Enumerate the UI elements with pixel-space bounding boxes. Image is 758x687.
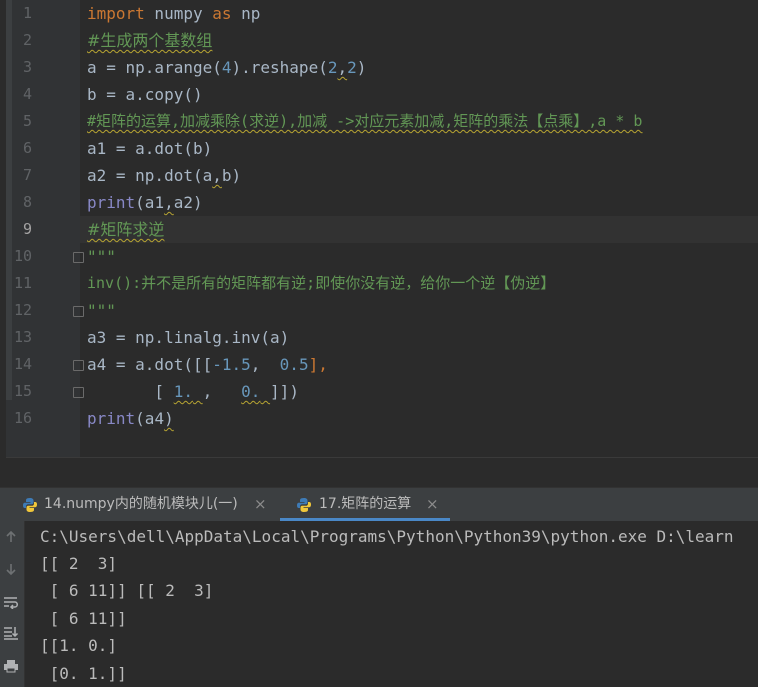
- line-number: 12: [13, 301, 32, 319]
- code-line[interactable]: print(a4): [87, 405, 174, 432]
- line-number: 8: [22, 193, 32, 211]
- code-text: ): [164, 409, 174, 428]
- code-text: b): [221, 166, 242, 185]
- tab-label: 14.numpy内的随机模块儿(一): [44, 496, 238, 512]
- line-number: 3: [22, 58, 32, 76]
- keyword: as: [212, 4, 232, 23]
- line-number: 1: [22, 4, 32, 22]
- number-literal: 4: [221, 58, 232, 77]
- line-number: 11: [13, 274, 32, 292]
- code-line[interactable]: a = np.arange(4).reshape(2,2): [87, 54, 366, 81]
- docstring-line[interactable]: """: [87, 243, 116, 270]
- code-editor[interactable]: 1 2 3 4 5 6 7 8 9 10 11 12 13 14 15 16 i…: [0, 0, 758, 457]
- code-text: ,: [250, 355, 280, 374]
- code-line[interactable]: a1 = a.dot(b): [87, 135, 212, 162]
- fold-toggle-icon[interactable]: [73, 387, 84, 398]
- line-number: 7: [22, 166, 32, 184]
- line-number: 10: [13, 247, 32, 265]
- code-comment[interactable]: #矩阵的运算,加减乘除(求逆),加减 ->对应元素加减,矩阵的乘法【点乘】,a …: [87, 108, 642, 135]
- code-line[interactable]: a2 = np.dot(a,b): [87, 162, 241, 189]
- line-number-current: 9: [22, 220, 32, 238]
- tab-label: 17.矩阵的运算: [319, 496, 412, 512]
- python-file-icon: [23, 498, 37, 512]
- code-text: ,: [202, 382, 242, 401]
- code-comment[interactable]: #生成两个基数组: [87, 27, 212, 54]
- code-line[interactable]: print(a1,a2): [87, 189, 203, 216]
- number-literal: 1.: [173, 382, 193, 401]
- code-text: a = np.arange(: [87, 58, 222, 77]
- code-text: ,: [164, 193, 174, 212]
- console-line: [[1. 0.]: [40, 636, 118, 655]
- code-text: ,: [212, 166, 222, 185]
- code-text: ,: [337, 58, 348, 77]
- tab-numpy-random[interactable]: 14.numpy内的随机模块儿(一) ×: [0, 488, 276, 521]
- arrow-up-icon[interactable]: [0, 529, 22, 551]
- line-number: 13: [13, 328, 32, 346]
- code-text: a4 = a.dot([[: [87, 355, 213, 374]
- console-line: [[ 2 3]: [40, 554, 118, 573]
- fold-toggle-icon[interactable]: [73, 252, 84, 263]
- builtin-function: print: [87, 193, 136, 212]
- code-comment[interactable]: #矩阵求逆: [87, 216, 164, 243]
- console-line: [0. 1.]]: [40, 664, 127, 683]
- docstring-line[interactable]: inv():并不是所有的矩阵都有逆;即使你没有逆，给你一个逆【伪逆】: [87, 270, 555, 297]
- code-line[interactable]: a3 = np.linalg.inv(a): [87, 324, 289, 351]
- scroll-to-end-icon[interactable]: [0, 625, 22, 647]
- code-text: (a4: [135, 409, 165, 428]
- line-number: 16: [13, 409, 32, 427]
- tab-matrix-ops[interactable]: 17.矩阵的运算 ×: [280, 488, 450, 521]
- line-number: 4: [22, 85, 32, 103]
- code-line[interactable]: b = a.copy(): [87, 81, 203, 108]
- python-file-icon: [297, 498, 311, 512]
- fold-toggle-icon[interactable]: [73, 360, 84, 371]
- close-icon[interactable]: ×: [426, 488, 439, 521]
- close-icon[interactable]: ×: [254, 488, 267, 521]
- soft-wrap-icon[interactable]: [0, 594, 22, 616]
- number-literal: 0.: [241, 382, 261, 401]
- number-literal: 0.5: [279, 355, 309, 374]
- code-text: np: [231, 4, 261, 23]
- number-literal: 2: [347, 58, 357, 77]
- code-text: a2 = np.dot(a: [87, 166, 213, 185]
- print-icon[interactable]: [0, 658, 22, 680]
- line-number: 15: [13, 382, 32, 400]
- code-text: ): [356, 58, 367, 77]
- keyword: import: [87, 4, 145, 23]
- code-text: a2): [173, 193, 203, 212]
- run-toolbar: [0, 521, 25, 687]
- line-number: 6: [22, 139, 32, 157]
- code-text: numpy: [144, 4, 213, 23]
- run-tabs-bar: 14.numpy内的随机模块儿(一) × 17.矩阵的运算 ×: [0, 487, 758, 522]
- builtin-function: print: [87, 409, 136, 428]
- code-text: (a1: [135, 193, 165, 212]
- line-number: 5: [22, 112, 32, 130]
- number-literal: -1.5: [212, 355, 251, 374]
- line-number: 2: [22, 31, 32, 49]
- run-console-output[interactable]: C:\Users\dell\AppData\Local\Programs\Pyt…: [25, 521, 758, 687]
- console-line: [ 6 11]] [[ 2 3]: [40, 581, 214, 600]
- editor-bottom-area: [6, 457, 758, 488]
- docstring-line[interactable]: """: [87, 297, 116, 324]
- current-line-highlight: [80, 216, 758, 243]
- code-text: [: [87, 382, 174, 401]
- console-line: [ 6 11]]: [40, 609, 127, 628]
- code-text: ],: [308, 355, 328, 374]
- fold-toggle-icon[interactable]: [73, 306, 84, 317]
- arrow-down-icon[interactable]: [0, 561, 22, 583]
- code-line[interactable]: [ 1. , 0. ]]): [87, 378, 299, 405]
- line-number: 14: [13, 355, 32, 373]
- code-line[interactable]: import numpy as np: [87, 0, 260, 27]
- code-line[interactable]: a4 = a.dot([[-1.5, 0.5],: [87, 351, 328, 378]
- console-line: C:\Users\dell\AppData\Local\Programs\Pyt…: [40, 527, 734, 546]
- code-text: ]]): [270, 382, 299, 401]
- code-text: ).reshape(: [231, 58, 328, 77]
